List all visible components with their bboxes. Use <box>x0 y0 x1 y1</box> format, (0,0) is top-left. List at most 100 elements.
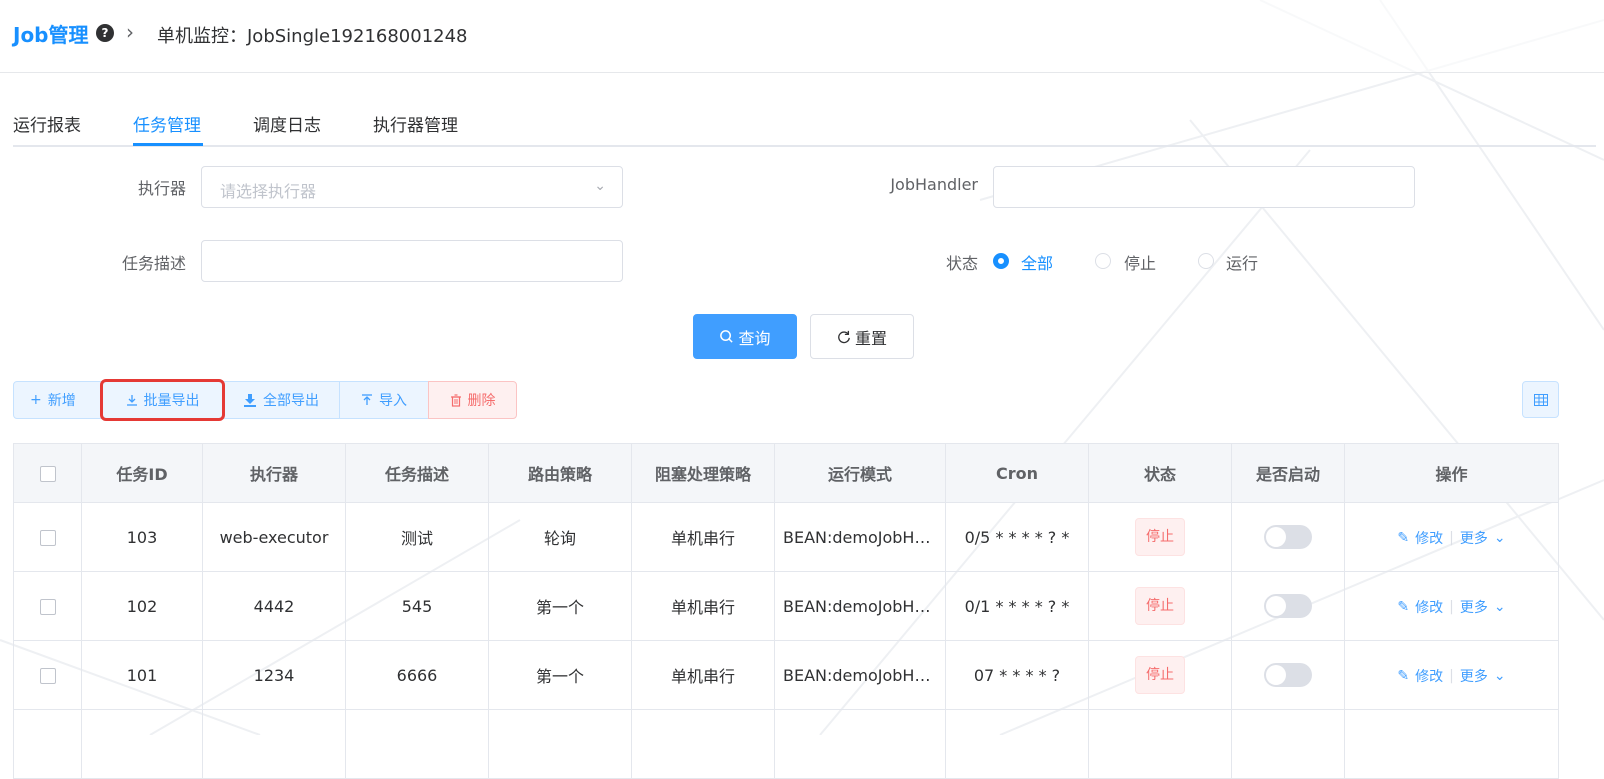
refresh-icon <box>838 330 850 343</box>
add-button[interactable]: + 新增 <box>13 381 103 419</box>
question-circle-icon[interactable]: ? <box>96 24 114 42</box>
trash-icon <box>450 393 461 407</box>
search-icon <box>720 330 734 343</box>
header-status: 状态 <box>1088 443 1232 503</box>
executor-select[interactable]: 请选择执行器 ⌄ <box>201 166 623 208</box>
enable-switch[interactable] <box>1264 525 1312 549</box>
edit-link[interactable]: 修改 <box>1415 597 1443 617</box>
tab-task-management[interactable]: 任务管理 <box>133 111 201 136</box>
status-radio-stop-label[interactable]: 停止 <box>1124 250 1156 274</box>
status-radio-run[interactable] <box>1198 253 1214 269</box>
chevron-down-icon[interactable]: ⌄ <box>1494 599 1506 615</box>
row-checkbox[interactable] <box>39 668 56 684</box>
row-actions: ✎ 修改 | 更多 ⌄ <box>1397 528 1505 548</box>
chevron-down-icon: ⌄ <box>594 178 606 194</box>
upload-icon <box>362 394 372 405</box>
status-radio-all-label[interactable]: 全部 <box>1021 250 1053 274</box>
table-grid-icon <box>1533 393 1548 406</box>
column-settings-button[interactable] <box>1522 381 1559 418</box>
cell-desc: 545 <box>345 571 489 641</box>
tab-report[interactable]: 运行报表 <box>13 111 81 136</box>
jobhandler-label: JobHandler <box>890 175 978 194</box>
tab-schedule-log[interactable]: 调度日志 <box>253 111 321 136</box>
delete-button-label: 删除 <box>467 393 496 409</box>
action-separator: | <box>1449 598 1454 615</box>
cell-cron: 0/1 * * * * ? * <box>945 571 1089 641</box>
cell-desc: 6666 <box>345 640 489 710</box>
status-radio-run-label[interactable]: 运行 <box>1226 250 1258 274</box>
download-solid-icon <box>244 394 256 407</box>
cell-route: 第一个 <box>488 640 632 710</box>
tabs-divider <box>13 145 1596 147</box>
cell-task-id: 103 <box>81 502 203 572</box>
active-tab-indicator <box>133 143 203 146</box>
row-actions: ✎ 修改 | 更多 ⌄ <box>1397 597 1505 617</box>
header-executor: 执行器 <box>202 443 346 503</box>
header-enabled: 是否启动 <box>1231 443 1345 503</box>
edit-icon[interactable]: ✎ <box>1397 599 1409 615</box>
cell-mode: BEAN:demoJobHandler <box>774 502 946 572</box>
status-badge: 停止 <box>1135 518 1185 556</box>
desc-label: 任务描述 <box>121 254 186 273</box>
tab-executor-management[interactable]: 执行器管理 <box>373 111 458 136</box>
table-toolbar: + 新增 批量导出 全部导出 导入 删除 <box>13 379 517 421</box>
table-header-row: 任务ID 执行器 任务描述 路由策略 阻塞处理策略 运行模式 Cron 状态 是… <box>13 443 1559 503</box>
header-select-all[interactable] <box>13 443 82 503</box>
header-mode: 运行模式 <box>774 443 946 503</box>
status-radio-stop[interactable] <box>1095 253 1111 269</box>
cell-desc: 测试 <box>345 502 489 572</box>
plus-icon: + <box>30 392 42 408</box>
header-block: 阻塞处理策略 <box>631 443 775 503</box>
import-button-label: 导入 <box>379 393 407 409</box>
switch-knob <box>1266 527 1286 547</box>
select-all-checkbox[interactable] <box>39 466 56 482</box>
delete-button[interactable]: 删除 <box>428 381 517 419</box>
cell-task-id: 101 <box>81 640 203 710</box>
import-button[interactable]: 导入 <box>339 381 429 419</box>
cell-cron: 07 * * * * ? <box>945 640 1089 710</box>
batch-export-button[interactable]: 批量导出 <box>100 379 225 421</box>
table-row: 103 web-executor 测试 轮询 单机串行 BEAN:demoJob… <box>13 502 1559 572</box>
download-icon <box>126 395 137 406</box>
status-label: 状态 <box>945 254 978 273</box>
cell-task-id: 102 <box>81 571 203 641</box>
table-row: 101 1234 6666 第一个 单机串行 BEAN:demoJobHandl… <box>13 640 1559 710</box>
jobhandler-input[interactable] <box>993 166 1415 208</box>
app-title[interactable]: Job管理 <box>13 19 89 48</box>
edit-icon[interactable]: ✎ <box>1397 668 1409 684</box>
cell-executor: 4442 <box>202 571 346 641</box>
export-all-button[interactable]: 全部导出 <box>222 381 340 419</box>
status-badge: 停止 <box>1135 656 1185 694</box>
cell-executor: web-executor <box>202 502 346 572</box>
switch-knob <box>1266 596 1286 616</box>
desc-input[interactable] <box>201 240 623 282</box>
enable-switch[interactable] <box>1264 594 1312 618</box>
row-checkbox[interactable] <box>39 530 56 546</box>
row-checkbox[interactable] <box>39 599 56 615</box>
add-button-label: 新增 <box>47 393 76 409</box>
chevron-right-icon: › <box>126 20 134 44</box>
more-link[interactable]: 更多 <box>1460 666 1488 686</box>
cell-executor: 1234 <box>202 640 346 710</box>
switch-knob <box>1266 665 1286 685</box>
enable-switch[interactable] <box>1264 663 1312 687</box>
chevron-down-icon[interactable]: ⌄ <box>1494 530 1506 546</box>
chevron-down-icon[interactable]: ⌄ <box>1494 668 1506 684</box>
search-button[interactable]: 查询 <box>693 314 797 359</box>
reset-button[interactable]: 重置 <box>810 314 914 359</box>
status-radio-all[interactable] <box>993 253 1009 269</box>
executor-label: 执行器 <box>137 179 186 198</box>
more-link[interactable]: 更多 <box>1460 597 1488 617</box>
cell-mode: BEAN:demoJobHandler <box>774 571 946 641</box>
cell-cron: 0/5 * * * * ? * <box>945 502 1089 572</box>
header-actions: 操作 <box>1344 443 1559 503</box>
more-link[interactable]: 更多 <box>1460 528 1488 548</box>
table-row-partial <box>13 709 1559 779</box>
header-desc: 任务描述 <box>345 443 489 503</box>
edit-icon[interactable]: ✎ <box>1397 530 1409 546</box>
cell-route: 轮询 <box>488 502 632 572</box>
reset-button-label: 重置 <box>854 328 887 348</box>
edit-link[interactable]: 修改 <box>1415 666 1443 686</box>
edit-link[interactable]: 修改 <box>1415 528 1443 548</box>
batch-export-button-label: 批量导出 <box>143 393 200 409</box>
